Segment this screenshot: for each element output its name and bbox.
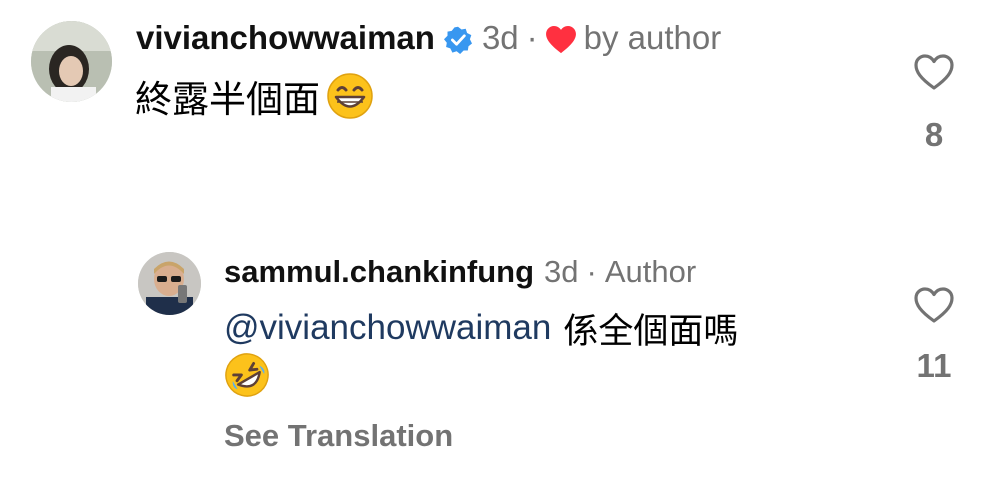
grinning-face-emoji-icon (326, 72, 374, 120)
comment-header: vivianchowwaiman 3d · by author (136, 18, 721, 58)
liked-by-author-label: by author (583, 19, 722, 56)
heart-outline-icon[interactable] (914, 54, 954, 90)
reply-like-count: 11 (916, 347, 952, 384)
avatar-photo (31, 21, 112, 102)
meta-separator: · (526, 19, 538, 56)
heart-outline-icon[interactable] (914, 287, 954, 323)
reply-body-line2 (224, 352, 270, 400)
comment-like-group: 8 (910, 54, 958, 154)
reply-username[interactable]: sammul.chankinfung (224, 254, 534, 290)
reply-body-line1: @vivianchowwaiman 係全個面嗎 (224, 304, 738, 352)
comment-username[interactable]: vivianchowwaiman (136, 19, 435, 57)
comment-time: 3d (481, 19, 519, 56)
reply-text: 係全個面嗎 (563, 311, 739, 351)
see-translation-button[interactable]: See Translation (224, 418, 453, 454)
reply-avatar[interactable] (138, 252, 201, 315)
comment-like-count: 8 (924, 116, 944, 153)
verified-badge-icon (443, 24, 472, 54)
reply-time: 3d (544, 254, 579, 289)
avatar-photo (138, 252, 201, 315)
meta-separator: · (586, 254, 597, 289)
mention-link[interactable]: @vivianchowwaiman (224, 308, 551, 348)
comment-text: 終露半個面 (135, 79, 320, 120)
rolling-laughing-emoji-icon (224, 352, 270, 398)
heart-filled-icon (545, 24, 576, 54)
author-label: Author (604, 254, 697, 289)
comment-body: 終露半個面 (135, 70, 374, 122)
reply-like-group: 11 (910, 287, 958, 385)
commenter-avatar[interactable] (31, 21, 112, 102)
reply-header: sammul.chankinfung 3d · Author (224, 252, 696, 292)
